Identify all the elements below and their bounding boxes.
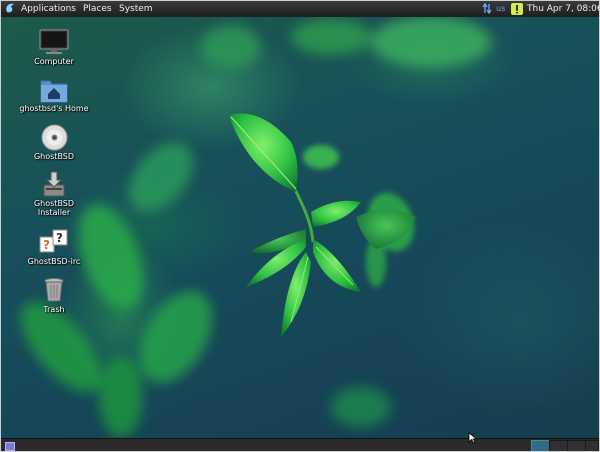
show-desktop-button[interactable] bbox=[5, 442, 15, 451]
mouse-pointer-icon bbox=[468, 432, 478, 444]
network-arrows-icon[interactable] bbox=[482, 3, 492, 14]
desktop-icon-label: ghostbsd's Home bbox=[19, 104, 89, 113]
top-panel: Applications Places System us Thu Apr 7,… bbox=[1, 1, 599, 17]
keyboard-layout-indicator[interactable]: us bbox=[496, 4, 505, 14]
trash-icon bbox=[44, 278, 64, 302]
menu-places[interactable]: Places bbox=[83, 4, 112, 14]
ghostbsd-logo-icon[interactable] bbox=[4, 2, 17, 15]
computer-monitor-icon bbox=[39, 29, 69, 54]
desktop-icon-label: GhostBSD-irc bbox=[27, 257, 81, 266]
svg-text:?: ? bbox=[56, 231, 63, 245]
workspace-3[interactable] bbox=[567, 440, 586, 451]
desktop-icon-irc[interactable]: ? ? GhostBSD-irc bbox=[1, 227, 111, 272]
svg-text:?: ? bbox=[43, 238, 50, 252]
clock[interactable]: Thu Apr 7, 08:06 bbox=[527, 4, 599, 14]
desktop-icon-ghostbsd-disc[interactable]: GhostBSD bbox=[1, 123, 111, 168]
bottom-panel bbox=[1, 438, 599, 451]
desktop-icon-computer[interactable]: Computer bbox=[1, 27, 111, 72]
workspace-4[interactable] bbox=[585, 440, 599, 451]
chat-icon: ? ? bbox=[39, 229, 68, 253]
update-notifier-icon[interactable] bbox=[511, 3, 523, 15]
desktop-icon-installer[interactable]: GhostBSD Installer bbox=[1, 169, 111, 221]
installer-icon bbox=[43, 171, 65, 197]
desktop-icon-label: Computer bbox=[34, 57, 74, 66]
desktop-icon-label: GhostBSD bbox=[33, 152, 75, 161]
desktop-icon-label-line2: Installer bbox=[37, 208, 71, 217]
home-folder-icon bbox=[40, 80, 68, 103]
desktop-icon-home[interactable]: ghostbsd's Home bbox=[1, 75, 111, 120]
menu-applications[interactable]: Applications bbox=[21, 4, 76, 14]
cd-disc-icon bbox=[41, 124, 68, 151]
desktop-icon-trash[interactable]: Trash bbox=[1, 275, 111, 320]
workspace-1[interactable] bbox=[531, 440, 550, 451]
menu-system[interactable]: System bbox=[119, 4, 153, 14]
desktop-icon-area: Computer ghostbsd's Home GhostBSD GhostB… bbox=[1, 17, 111, 337]
workspace-2[interactable] bbox=[549, 440, 568, 451]
desktop-icon-label: Trash bbox=[43, 305, 65, 314]
screen: Applications Places System us Thu Apr 7,… bbox=[0, 0, 600, 452]
